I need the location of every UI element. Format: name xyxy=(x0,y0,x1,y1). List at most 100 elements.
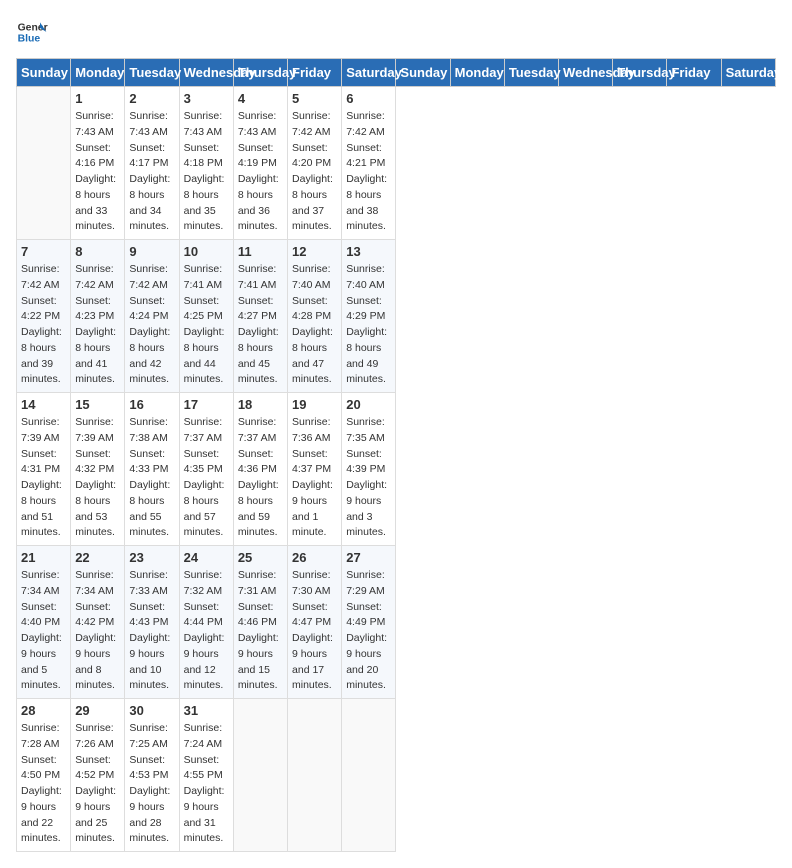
calendar-cell: 22 Sunrise: 7:34 AMSunset: 4:42 PMDayligh… xyxy=(71,546,125,699)
day-number: 6 xyxy=(346,91,391,106)
day-info: Sunrise: 7:41 AMSunset: 4:27 PMDaylight:… xyxy=(238,262,283,388)
col-header-thursday: Thursday xyxy=(613,59,667,87)
day-info: Sunrise: 7:39 AMSunset: 4:32 PMDaylight:… xyxy=(75,415,120,541)
day-number: 20 xyxy=(346,397,391,412)
day-info: Sunrise: 7:42 AMSunset: 4:22 PMDaylight:… xyxy=(21,262,66,388)
day-info: Sunrise: 7:25 AMSunset: 4:53 PMDaylight:… xyxy=(129,721,174,847)
day-number: 10 xyxy=(184,244,229,259)
calendar-cell: 16Sunrise: 7:38 AMSunset: 4:33 PMDayligh… xyxy=(125,393,179,546)
calendar-cell: 13 Sunrise: 7:40 AMSunset: 4:29 PMDayligh… xyxy=(342,240,396,393)
day-number: 24 xyxy=(184,550,229,565)
week-row-4: 21 Sunrise: 7:34 AMSunset: 4:40 PMDayligh… xyxy=(17,546,776,699)
day-info: Sunrise: 7:31 AMSunset: 4:46 PMDaylight:… xyxy=(238,568,283,694)
calendar-cell: 29Sunrise: 7:26 AMSunset: 4:52 PMDayligh… xyxy=(71,699,125,852)
calendar-cell: 14 Sunrise: 7:39 AMSunset: 4:31 PMDayligh… xyxy=(17,393,71,546)
week-row-5: 28Sunrise: 7:28 AMSunset: 4:50 PMDayligh… xyxy=(17,699,776,852)
day-info: Sunrise: 7:42 AMSunset: 4:23 PMDaylight:… xyxy=(75,262,120,388)
day-number: 15 xyxy=(75,397,120,412)
calendar-cell: 21 Sunrise: 7:34 AMSunset: 4:40 PMDayligh… xyxy=(17,546,71,699)
calendar-cell: 18 Sunrise: 7:37 AMSunset: 4:36 PMDayligh… xyxy=(233,393,287,546)
calendar-cell xyxy=(288,699,342,852)
day-info: Sunrise: 7:40 AMSunset: 4:29 PMDaylight:… xyxy=(346,262,391,388)
calendar-cell: 3 Sunrise: 7:43 AMSunset: 4:18 PMDaylight… xyxy=(179,87,233,240)
page-header: General Blue xyxy=(16,16,776,48)
day-number: 17 xyxy=(184,397,229,412)
day-info: Sunrise: 7:43 AMSunset: 4:16 PMDaylight:… xyxy=(75,109,120,235)
day-number: 19 xyxy=(292,397,337,412)
calendar-cell xyxy=(17,87,71,240)
col-header-friday: Friday xyxy=(288,59,342,87)
day-number: 13 xyxy=(346,244,391,259)
calendar-cell: 31Sunrise: 7:24 AMSunset: 4:55 PMDayligh… xyxy=(179,699,233,852)
week-row-2: 7 Sunrise: 7:42 AMSunset: 4:22 PMDaylight… xyxy=(17,240,776,393)
col-header-monday: Monday xyxy=(71,59,125,87)
day-number: 12 xyxy=(292,244,337,259)
logo-icon: General Blue xyxy=(16,16,48,48)
day-info: Sunrise: 7:40 AMSunset: 4:28 PMDaylight:… xyxy=(292,262,337,388)
day-info: Sunrise: 7:34 AMSunset: 4:42 PMDaylight:… xyxy=(75,568,120,694)
day-number: 14 xyxy=(21,397,66,412)
calendar-cell: 30 Sunrise: 7:25 AMSunset: 4:53 PMDayligh… xyxy=(125,699,179,852)
week-row-3: 14 Sunrise: 7:39 AMSunset: 4:31 PMDayligh… xyxy=(17,393,776,546)
calendar-cell: 24 Sunrise: 7:32 AMSunset: 4:44 PMDayligh… xyxy=(179,546,233,699)
day-info: Sunrise: 7:32 AMSunset: 4:44 PMDaylight:… xyxy=(184,568,229,694)
day-number: 11 xyxy=(238,244,283,259)
calendar-table: SundayMondayTuesdayWednesdayThursdayFrid… xyxy=(16,58,776,852)
day-number: 16 xyxy=(129,397,174,412)
week-row-1: 1 Sunrise: 7:43 AMSunset: 4:16 PMDaylight… xyxy=(17,87,776,240)
col-header-tuesday: Tuesday xyxy=(504,59,558,87)
day-info: Sunrise: 7:37 AMSunset: 4:35 PMDaylight:… xyxy=(184,415,229,541)
calendar-cell: 25 Sunrise: 7:31 AMSunset: 4:46 PMDayligh… xyxy=(233,546,287,699)
day-number: 22 xyxy=(75,550,120,565)
col-header-friday: Friday xyxy=(667,59,721,87)
day-info: Sunrise: 7:42 AMSunset: 4:20 PMDaylight:… xyxy=(292,109,337,235)
col-header-sunday: Sunday xyxy=(17,59,71,87)
day-info: Sunrise: 7:35 AMSunset: 4:39 PMDaylight:… xyxy=(346,415,391,541)
day-info: Sunrise: 7:33 AMSunset: 4:43 PMDaylight:… xyxy=(129,568,174,694)
day-info: Sunrise: 7:39 AMSunset: 4:31 PMDaylight:… xyxy=(21,415,66,541)
day-number: 3 xyxy=(184,91,229,106)
day-number: 27 xyxy=(346,550,391,565)
col-header-thursday: Thursday xyxy=(233,59,287,87)
calendar-cell: 11 Sunrise: 7:41 AMSunset: 4:27 PMDayligh… xyxy=(233,240,287,393)
day-number: 8 xyxy=(75,244,120,259)
svg-text:Blue: Blue xyxy=(18,34,41,45)
day-number: 18 xyxy=(238,397,283,412)
calendar-cell xyxy=(233,699,287,852)
day-number: 9 xyxy=(129,244,174,259)
calendar-cell: 20 Sunrise: 7:35 AMSunset: 4:39 PMDayligh… xyxy=(342,393,396,546)
col-header-wednesday: Wednesday xyxy=(179,59,233,87)
day-info: Sunrise: 7:30 AMSunset: 4:47 PMDaylight:… xyxy=(292,568,337,694)
calendar-cell: 4Sunrise: 7:43 AMSunset: 4:19 PMDaylight… xyxy=(233,87,287,240)
day-number: 5 xyxy=(292,91,337,106)
day-info: Sunrise: 7:36 AMSunset: 4:37 PMDaylight:… xyxy=(292,415,337,541)
header-row: SundayMondayTuesdayWednesdayThursdayFrid… xyxy=(17,59,776,87)
day-number: 1 xyxy=(75,91,120,106)
calendar-cell: 6Sunrise: 7:42 AMSunset: 4:21 PMDaylight… xyxy=(342,87,396,240)
day-info: Sunrise: 7:43 AMSunset: 4:18 PMDaylight:… xyxy=(184,109,229,235)
day-info: Sunrise: 7:37 AMSunset: 4:36 PMDaylight:… xyxy=(238,415,283,541)
day-number: 2 xyxy=(129,91,174,106)
day-number: 25 xyxy=(238,550,283,565)
col-header-tuesday: Tuesday xyxy=(125,59,179,87)
calendar-cell: 28Sunrise: 7:28 AMSunset: 4:50 PMDayligh… xyxy=(17,699,71,852)
calendar-cell: 2Sunrise: 7:43 AMSunset: 4:17 PMDaylight… xyxy=(125,87,179,240)
calendar-cell: 7 Sunrise: 7:42 AMSunset: 4:22 PMDaylight… xyxy=(17,240,71,393)
day-number: 21 xyxy=(21,550,66,565)
day-number: 4 xyxy=(238,91,283,106)
day-number: 30 xyxy=(129,703,174,718)
day-info: Sunrise: 7:42 AMSunset: 4:24 PMDaylight:… xyxy=(129,262,174,388)
day-info: Sunrise: 7:26 AMSunset: 4:52 PMDaylight:… xyxy=(75,721,120,847)
day-number: 7 xyxy=(21,244,66,259)
day-info: Sunrise: 7:41 AMSunset: 4:25 PMDaylight:… xyxy=(184,262,229,388)
col-header-saturday: Saturday xyxy=(721,59,775,87)
calendar-cell: 19 Sunrise: 7:36 AMSunset: 4:37 PMDayligh… xyxy=(288,393,342,546)
calendar-cell: 10 Sunrise: 7:41 AMSunset: 4:25 PMDayligh… xyxy=(179,240,233,393)
day-info: Sunrise: 7:24 AMSunset: 4:55 PMDaylight:… xyxy=(184,721,229,847)
col-header-wednesday: Wednesday xyxy=(559,59,613,87)
calendar-cell: 23Sunrise: 7:33 AMSunset: 4:43 PMDayligh… xyxy=(125,546,179,699)
day-info: Sunrise: 7:34 AMSunset: 4:40 PMDaylight:… xyxy=(21,568,66,694)
calendar-cell: 26Sunrise: 7:30 AMSunset: 4:47 PMDayligh… xyxy=(288,546,342,699)
day-info: Sunrise: 7:28 AMSunset: 4:50 PMDaylight:… xyxy=(21,721,66,847)
calendar-cell: 15 Sunrise: 7:39 AMSunset: 4:32 PMDayligh… xyxy=(71,393,125,546)
